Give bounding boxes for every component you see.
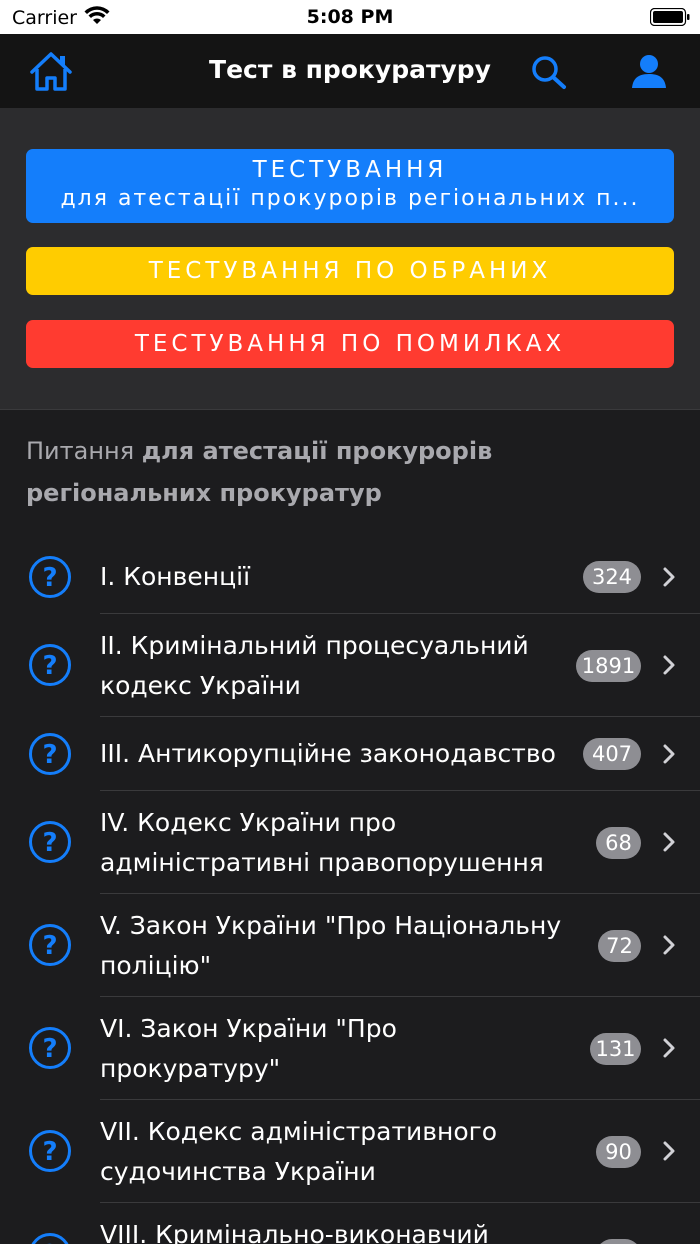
chevron-right-icon — [663, 1141, 675, 1161]
question-icon: ? — [31, 1233, 69, 1244]
svg-text:?: ? — [42, 563, 57, 593]
status-bar: Carrier 5:08 PM — [0, 0, 700, 34]
testing-button-subtitle: для атестації прокурорів регіональних п.… — [60, 186, 640, 211]
list-item[interactable]: ? IV. Кодекс України про адміністративні … — [0, 791, 700, 894]
list-item[interactable]: ? VI. Закон України "Про прокуратуру" 131 — [0, 997, 700, 1100]
section-header: Питання для атестації прокурорів регіона… — [26, 430, 666, 514]
count-badge: 131 — [590, 1033, 641, 1065]
question-icon: ? — [29, 644, 71, 686]
section-header-bold-line2: регіональних прокуратур — [26, 479, 382, 507]
svg-text:?: ? — [42, 1137, 57, 1167]
list-item-title: IV. Кодекс України про адміністративні пр… — [100, 808, 544, 877]
search-icon[interactable] — [530, 54, 568, 90]
svg-text:?: ? — [42, 1034, 57, 1064]
question-icon: ? — [29, 556, 71, 598]
battery-icon — [650, 8, 690, 26]
count-badge — [596, 1239, 641, 1244]
count-badge: 324 — [583, 561, 641, 593]
start-testing-button[interactable]: ТЕСТУВАННЯ для атестації прокурорів регі… — [26, 149, 674, 223]
svg-text:?: ? — [42, 931, 57, 961]
user-icon[interactable] — [630, 53, 668, 89]
list-item-title: VIII. Кримінально-виконавчий — [100, 1220, 489, 1244]
chevron-right-icon — [663, 744, 675, 764]
list-item[interactable]: ? V. Закон України "Про Національну поліц… — [0, 894, 700, 997]
section-header-bold-line1: для атестації прокурорів — [141, 437, 493, 465]
list-item[interactable]: ? III. Антикорупційне законодавство 407 — [0, 717, 700, 791]
testing-button-title: ТЕСТУВАННЯ — [252, 157, 448, 183]
chevron-right-icon — [663, 935, 675, 955]
svg-text:?: ? — [42, 1240, 57, 1244]
chevron-right-icon — [663, 567, 675, 587]
count-badge: 407 — [583, 738, 641, 770]
list-item-title: VII. Кодекс адміністративного судочинства… — [100, 1117, 498, 1186]
favorites-testing-button[interactable]: ТЕСТУВАННЯ ПО ОБРАНИХ — [26, 247, 674, 295]
section-header-prefix: Питання — [26, 437, 142, 465]
list-item-title: II. Кримінальний процесуальний кодекс Укр… — [100, 631, 529, 700]
navigation-bar: Тест в прокуратуру — [0, 34, 700, 108]
list-item[interactable]: ? II. Кримінальний процесуальний кодекс У… — [0, 614, 700, 717]
count-badge: 90 — [596, 1136, 641, 1168]
chevron-right-icon — [663, 832, 675, 852]
testing-buttons-panel: ТЕСТУВАННЯ для атестації прокурорів регі… — [0, 108, 700, 410]
list-item-title: V. Закон України "Про Національну поліцію… — [100, 911, 562, 980]
list-item-title: I. Конвенції — [100, 562, 251, 591]
list-item-title: VI. Закон України "Про прокуратуру" — [100, 1014, 397, 1083]
count-badge: 68 — [596, 827, 641, 859]
count-badge: 72 — [598, 930, 641, 962]
status-time: 5:08 PM — [306, 6, 394, 28]
svg-text:?: ? — [42, 740, 57, 770]
svg-text:?: ? — [42, 651, 57, 681]
question-icon: ? — [29, 821, 71, 863]
chevron-right-icon — [663, 655, 675, 675]
question-icon: ? — [29, 733, 71, 775]
mistakes-testing-button[interactable]: ТЕСТУВАННЯ ПО ПОМИЛКАХ — [26, 320, 674, 368]
question-icon: ? — [29, 924, 71, 966]
list-item[interactable]: ? VIII. Кримінально-виконавчий — [0, 1203, 700, 1244]
list-item[interactable]: ? VII. Кодекс адміністративного судочинст… — [0, 1100, 700, 1203]
question-icon: ? — [29, 1027, 71, 1069]
page-title: Тест в прокуратуру — [209, 55, 491, 84]
svg-text:?: ? — [42, 828, 57, 858]
count-badge: 1891 — [576, 650, 641, 682]
question-icon: ? — [29, 1130, 71, 1172]
list-item[interactable]: ? I. Конвенції 324 — [0, 540, 700, 614]
chevron-right-icon — [663, 1038, 675, 1058]
list-item-title: III. Антикорупційне законодавство — [100, 739, 556, 768]
